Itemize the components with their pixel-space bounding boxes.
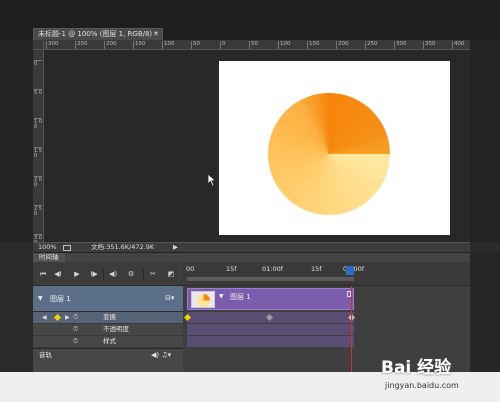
ruler-tick-label: 200	[104, 41, 117, 49]
status-menu-arrow-icon[interactable]: ▶	[173, 243, 178, 252]
property-row-style[interactable]: ⏱ 样式	[33, 336, 183, 348]
ruler-tick-label: 300	[394, 41, 407, 49]
clip-thumbnail	[191, 291, 215, 308]
next-keyframe-icon[interactable]: ▶	[65, 312, 70, 323]
vertical-ruler[interactable]: 0 5 0 1 0 0 1 5 0 2 0 0 2 5 0 3 0 0	[33, 50, 44, 242]
ruler-tick-label: 1 5 0	[34, 147, 42, 159]
previous-keyframe-icon[interactable]: ◀	[42, 312, 47, 323]
ruler-tick-label: 250	[365, 41, 378, 49]
clip-caret-icon[interactable]: ▼	[219, 293, 224, 300]
previous-frame-icon[interactable]: ◀I	[52, 269, 64, 279]
timeline-panel-header: 时间轴	[33, 252, 470, 263]
zoom-level[interactable]: 100%	[38, 243, 57, 252]
collapse-caret-icon[interactable]: ▼	[38, 295, 43, 302]
document-canvas[interactable]	[219, 61, 450, 235]
ruler-tick-label: 3 0 0	[34, 234, 42, 242]
audio-toggle-icon[interactable]: ◀)	[107, 269, 119, 279]
time-mark: 15f	[311, 265, 322, 273]
ruler-tick-label: 150	[307, 41, 320, 49]
vertical-scroll-area[interactable]	[470, 40, 500, 242]
ruler-tick-label: 200	[336, 41, 349, 49]
keyframe-track-opacity[interactable]	[187, 324, 354, 336]
layer-name: 图层 1	[50, 295, 71, 303]
ruler-tick-label: 1 0 0	[34, 118, 42, 130]
keyframe-diamond-icon[interactable]	[183, 313, 192, 322]
property-label: 样式	[103, 337, 116, 345]
layer-row[interactable]: ▼ 图层 1 ⊟▾	[33, 286, 183, 312]
playback-controls: ⏮ ◀I ▶ I▶ ◀) ⚙ ✂ ◩	[33, 262, 183, 286]
layer-clip[interactable]: ▼ 图层 1	[187, 288, 354, 310]
playhead-handle[interactable]	[346, 266, 354, 275]
audio-track-label: 音轨	[39, 351, 52, 359]
ruler-tick-label: 5 0	[34, 89, 42, 96]
split-scissors-icon[interactable]: ✂	[147, 269, 159, 279]
ruler-tick-label: 100	[278, 41, 291, 49]
ruler-tick-label: 300	[46, 41, 59, 49]
time-ruler[interactable]: 00 15f 01:00f 15f 02:00f	[183, 262, 470, 286]
status-bar: 100% 文档:351.6K/472.9K ▶	[33, 242, 470, 252]
ruler-tick-label: 100	[162, 41, 175, 49]
property-row-transform[interactable]: ◀ ▶ ⏱ 变换	[33, 312, 183, 324]
keyframe-diamond-icon[interactable]	[53, 313, 62, 322]
ruler-tick-label: 400	[452, 41, 465, 49]
thumbnail-pie-icon	[197, 294, 210, 307]
document-tab-strip: 未标题-1 @ 100% (图层 1, RGB/8) * ×	[0, 0, 500, 40]
time-mark: 01:00f	[262, 265, 284, 273]
left-panel-strip	[0, 242, 33, 372]
ruler-tick-label: 0	[220, 41, 226, 49]
ruler-tick-label: 250	[75, 41, 88, 49]
ruler-tick-label: 2 5 0	[34, 205, 42, 217]
ruler-tick-label: 0	[34, 60, 42, 67]
ruler-tick-label: 350	[423, 41, 436, 49]
watermark-url: jingyan.baidu.com	[385, 381, 459, 390]
keyframe-diamond-icon[interactable]	[265, 313, 274, 322]
playhead-line	[351, 286, 352, 372]
time-mark: 15f	[226, 265, 237, 273]
close-icon[interactable]: ×	[153, 29, 159, 40]
clip-name: 图层 1	[230, 293, 251, 301]
ruler-tick-label: 150	[133, 41, 146, 49]
document-size-info: 文档:351.6K/472.9K	[91, 243, 155, 251]
keyframe-track-transform[interactable]	[183, 312, 356, 324]
ruler-tick-label: 50	[249, 41, 258, 49]
audio-track-row[interactable]: 音轨 ◀) ♫▾	[33, 348, 183, 362]
tools-panel	[0, 40, 33, 242]
ruler-tick-label: 2 0 0	[34, 176, 42, 188]
work-area-bar[interactable]	[187, 277, 354, 281]
stopwatch-icon[interactable]: ⏱	[73, 312, 78, 323]
gradient-pie-shape	[268, 93, 390, 215]
property-row-opacity[interactable]: ⏱ 不透明度	[33, 324, 183, 336]
property-label: 不透明度	[103, 325, 129, 333]
play-icon[interactable]: ▶	[71, 269, 83, 279]
stopwatch-icon[interactable]: ⏱	[73, 324, 78, 335]
export-icon[interactable]	[63, 245, 71, 251]
property-label: 变换	[103, 313, 116, 321]
next-frame-icon[interactable]: I▶	[88, 269, 100, 279]
ruler-corner[interactable]	[33, 40, 44, 50]
mouse-cursor-icon	[207, 173, 217, 187]
document-tab-title: 未标题-1 @ 100% (图层 1, RGB/8) *	[38, 30, 158, 38]
ruler-tick-label: 50	[191, 41, 200, 49]
document-tab[interactable]: 未标题-1 @ 100% (图层 1, RGB/8) * ×	[33, 28, 163, 40]
settings-gear-icon[interactable]: ⚙	[125, 269, 137, 279]
horizontal-ruler[interactable]: 300 250 200 150 100 50 0 50 100 150 200 250 300 350 40…	[44, 40, 470, 50]
audio-options-icon[interactable]: ◀) ♫▾	[151, 349, 171, 362]
transition-icon[interactable]: ◩	[165, 269, 177, 279]
first-frame-icon[interactable]: ⏮	[37, 269, 49, 279]
layer-options-icon[interactable]: ⊟▾	[165, 294, 174, 302]
keyframe-track-style[interactable]	[187, 336, 354, 348]
watermark-brand: Bai 经验	[381, 358, 452, 378]
time-mark: 00	[186, 265, 195, 273]
stopwatch-icon[interactable]: ⏱	[73, 336, 78, 347]
baidu-watermark: Bai 经验 jingyan.baidu.com	[381, 353, 499, 399]
